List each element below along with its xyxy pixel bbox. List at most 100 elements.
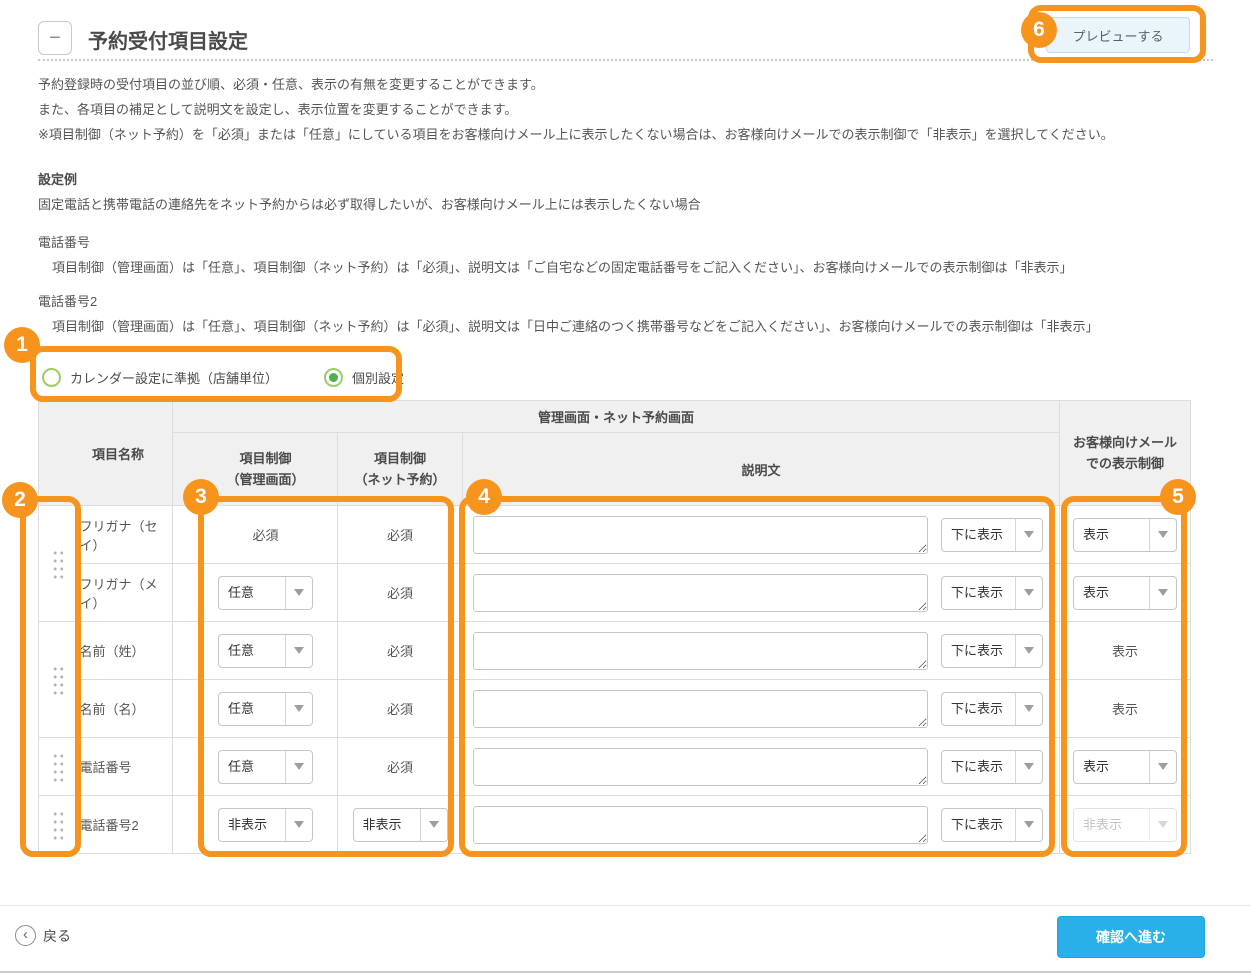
position-select[interactable]: 下に表示 [941, 576, 1043, 610]
table-row: フリガナ（メイ） 任意 必須 下に表示 表示 [39, 564, 1191, 622]
admin-control-select[interactable]: 非表示 [218, 808, 313, 842]
column-header-admin-control: 項目制御 （管理画面） [173, 433, 338, 506]
annotation-number-badge: 2 [2, 482, 38, 518]
description-textarea[interactable] [473, 516, 928, 554]
item-name: 電話番号2 [76, 796, 173, 854]
dropdown-arrow-icon [285, 577, 312, 609]
description-textarea[interactable] [473, 748, 928, 786]
radio-label: カレンダー設定に準拠（店舗単位） [70, 368, 278, 387]
example-heading: 設定例 [38, 167, 1213, 192]
collapse-section-button[interactable]: − [38, 21, 72, 55]
mail-control-select[interactable]: 表示 [1073, 518, 1177, 552]
table-row: フリガナ（セイ） 必須 必須 下に表示 表示 [39, 506, 1191, 564]
net-control-value: 必須 [387, 586, 413, 601]
admin-control-select[interactable]: 任意 [218, 634, 313, 668]
item-name: フリガナ（メイ） [76, 564, 173, 622]
description-line: また、各項目の補足として説明文を設定し、表示位置を変更することができます。 [38, 97, 1213, 122]
column-header-item-name: 項目名称 [39, 401, 173, 506]
dropdown-arrow-icon [1149, 809, 1176, 841]
item-name: 名前（姓） [76, 622, 173, 680]
example-item-name: 電話番号 [38, 230, 1213, 255]
radio-calendar-setting[interactable]: カレンダー設定に準拠（店舗単位） [42, 368, 278, 387]
net-control-value: 必須 [387, 702, 413, 717]
mail-control-value: 表示 [1112, 702, 1138, 717]
column-header-net-control: 項目制御 （ネット予約） [338, 433, 463, 506]
mail-control-value: 表示 [1112, 644, 1138, 659]
radio-label: 個別設定 [352, 368, 404, 387]
example-item-detail: 項目制御（管理画面）は「任意」、項目制御（ネット予約）は「必須」、説明文は「ご自… [38, 255, 1213, 280]
dropdown-arrow-icon [1015, 635, 1042, 667]
dropdown-arrow-icon [1149, 751, 1176, 783]
position-select[interactable]: 下に表示 [941, 518, 1043, 552]
column-header-group: 管理画面・ネット予約画面 [173, 401, 1060, 433]
column-header-mail-control: お客様向けメール での表示制御 [1060, 401, 1191, 506]
description-line: ※項目制御（ネット予約）を「必須」または「任意」にしている項目をお客様向けメール… [38, 122, 1213, 147]
position-select[interactable]: 下に表示 [941, 750, 1043, 784]
dropdown-arrow-icon [420, 809, 447, 841]
drag-handle-icon[interactable] [51, 548, 64, 579]
net-control-value: 必須 [387, 644, 413, 659]
drag-handle-icon[interactable] [51, 664, 64, 695]
example-item-name: 電話番号2 [38, 289, 1213, 314]
mail-control-select-disabled: 非表示 [1073, 808, 1177, 842]
dropdown-arrow-icon [1015, 577, 1042, 609]
description-textarea[interactable] [473, 806, 928, 844]
example-item-detail: 項目制御（管理画面）は「任意」、項目制御（ネット予約）は「必須」、説明文は「日中… [38, 314, 1213, 339]
dropdown-arrow-icon [285, 693, 312, 725]
reservation-items-table: 項目名称 管理画面・ネット予約画面 お客様向けメール での表示制御 項目制御 （… [38, 400, 1191, 854]
setting-mode-radio-group: カレンダー設定に準拠（店舗単位） 個別設定 [42, 363, 404, 391]
admin-control-select[interactable]: 任意 [218, 692, 313, 726]
position-select[interactable]: 下に表示 [941, 634, 1043, 668]
annotation-number-badge: 1 [4, 327, 40, 363]
example-item-phone2: 電話番号2 項目制御（管理画面）は「任意」、項目制御（ネット予約）は「必須」、説… [38, 289, 1213, 339]
mail-control-select[interactable]: 表示 [1073, 576, 1177, 610]
dropdown-arrow-icon [285, 635, 312, 667]
admin-control-select[interactable]: 任意 [218, 750, 313, 784]
position-select[interactable]: 下に表示 [941, 808, 1043, 842]
dropdown-arrow-icon [1015, 693, 1042, 725]
item-name: 名前（名） [76, 680, 173, 738]
preview-button-label: プレビューする [1072, 26, 1163, 45]
dropdown-arrow-icon [1015, 519, 1042, 551]
dropdown-arrow-icon [285, 809, 312, 841]
example-block: 設定例 固定電話と携帯電話の連絡先をネット予約からは必ず取得したいが、お客様向け… [38, 167, 1213, 217]
dropdown-arrow-icon [1149, 577, 1176, 609]
description-line: 予約登録時の受付項目の並び順、必須・任意、表示の有無を変更することができます。 [38, 72, 1213, 97]
title-divider [38, 59, 1213, 61]
radio-individual-setting[interactable]: 個別設定 [324, 368, 404, 387]
dropdown-arrow-icon [1015, 751, 1042, 783]
example-text: 固定電話と携帯電話の連絡先をネット予約からは必ず取得したいが、お客様向けメール上… [38, 192, 1213, 217]
description-textarea[interactable] [473, 632, 928, 670]
column-header-description: 説明文 [463, 433, 1060, 506]
description-textarea[interactable] [473, 690, 928, 728]
item-name: フリガナ（セイ） [76, 506, 173, 564]
footer-divider [0, 905, 1251, 906]
back-button[interactable]: ‹ 戻る [15, 925, 71, 946]
drag-handle-icon[interactable] [51, 809, 64, 840]
table-row: 名前（姓） 任意 必須 下に表示 表示 [39, 622, 1191, 680]
net-control-select[interactable]: 非表示 [353, 808, 448, 842]
confirm-button[interactable]: 確認へ進む [1057, 916, 1205, 958]
confirm-button-label: 確認へ進む [1096, 927, 1166, 947]
description-textarea[interactable] [473, 574, 928, 612]
minus-icon: − [49, 27, 61, 50]
bottom-border [0, 971, 1251, 973]
preview-button[interactable]: プレビューする [1046, 17, 1190, 53]
page-description: 予約登録時の受付項目の並び順、必須・任意、表示の有無を変更することができます。 … [38, 72, 1213, 147]
mail-control-select[interactable]: 表示 [1073, 750, 1177, 784]
example-item-phone: 電話番号 項目制御（管理画面）は「任意」、項目制御（ネット予約）は「必須」、説明… [38, 230, 1213, 280]
admin-control-select[interactable]: 任意 [218, 576, 313, 610]
dropdown-arrow-icon [1149, 519, 1176, 551]
page-title: 予約受付項目設定 [88, 25, 248, 54]
admin-control-value: 必須 [253, 528, 279, 543]
radio-checked-icon [324, 368, 343, 387]
back-button-label: 戻る [43, 926, 71, 946]
position-select[interactable]: 下に表示 [941, 692, 1043, 726]
chevron-left-icon: ‹ [15, 925, 36, 946]
item-name: 電話番号 [76, 738, 173, 796]
table-row: 電話番号2 非表示 非表示 下に表示 非表示 [39, 796, 1191, 854]
table-row: 電話番号 任意 必須 下に表示 表示 [39, 738, 1191, 796]
net-control-value: 必須 [387, 760, 413, 775]
drag-handle-icon[interactable] [51, 751, 64, 782]
radio-icon [42, 368, 61, 387]
